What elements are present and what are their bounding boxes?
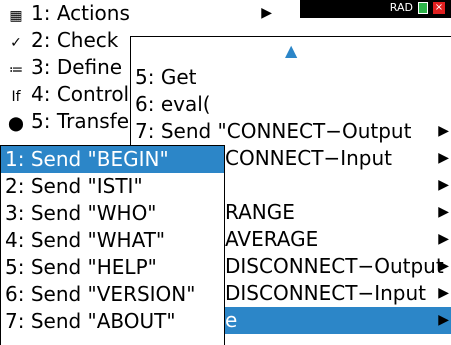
define-icon: ≔ xyxy=(9,62,23,78)
submenu-arrow-icon: ▶ xyxy=(438,177,449,193)
submenu-arrow-icon: ▶ xyxy=(438,123,449,139)
submenu-arrow-icon: ▶ xyxy=(438,258,449,274)
close-icon[interactable]: × xyxy=(433,1,445,14)
status-icons: RAD × xyxy=(390,1,445,14)
submenu-arrow-icon: ▶ xyxy=(261,5,272,21)
submenu-item-get[interactable]: 5: Get xyxy=(131,64,451,91)
transfer-icon: ⬤ xyxy=(8,116,24,132)
send-who-item[interactable]: 3: Send "WHO" xyxy=(1,200,224,227)
submenu-arrow-icon: ▶ xyxy=(438,285,449,301)
send-about-item[interactable]: 7: Send "ABOUT" xyxy=(1,308,224,335)
menu-item-actions[interactable]: ▦ 1: Actions ▶ xyxy=(0,0,300,27)
battery-icon xyxy=(418,1,428,14)
send-version-item[interactable]: 6: Send "VERSION" xyxy=(1,281,224,308)
send-begin-item[interactable]: 1: Send "BEGIN" xyxy=(1,146,224,173)
send-help-item[interactable]: 5: Send "HELP" xyxy=(1,254,224,281)
send-what-item[interactable]: 4: Send "WHAT" xyxy=(1,227,224,254)
submenu-item-eval[interactable]: 6: eval( xyxy=(131,91,451,118)
submenu-arrow-icon: ▶ xyxy=(438,150,449,166)
send-menu: 1: Send "BEGIN" 2: Send "ISTI" 3: Send "… xyxy=(0,145,225,345)
submenu-arrow-icon: ▶ xyxy=(438,231,449,247)
actions-icon: ▦ xyxy=(9,8,23,24)
submenu-arrow-icon: ▶ xyxy=(438,204,449,220)
control-icon: If xyxy=(11,89,21,105)
send-isti-item[interactable]: 2: Send "ISTI" xyxy=(1,173,224,200)
check-icon: ✓ xyxy=(10,35,22,51)
scroll-up-icon[interactable]: ▲ xyxy=(285,41,297,60)
submenu-arrow-icon: ▶ xyxy=(438,312,449,328)
mode-indicator: RAD xyxy=(389,1,413,14)
submenu-item-connect-output[interactable]: 7: Send "CONNECT−Output ▶ xyxy=(131,118,451,145)
